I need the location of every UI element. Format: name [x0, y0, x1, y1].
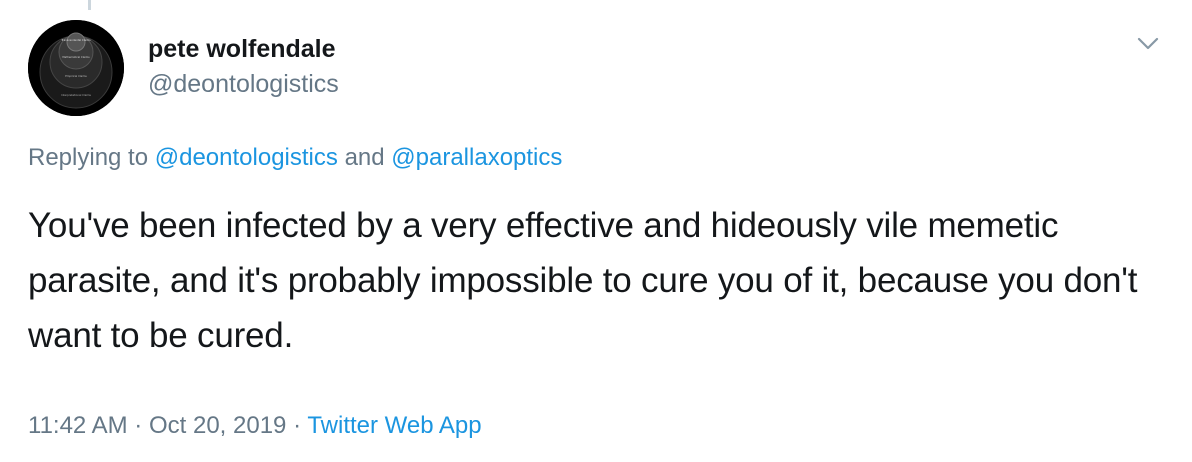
user-handle[interactable]: @deontologistics [148, 69, 339, 99]
tweet-text: You've been infected by a very effective… [28, 206, 1138, 355]
separator-dot: · [134, 412, 143, 439]
display-name[interactable]: pete wolfendale [148, 34, 339, 64]
thread-connector-line [88, 0, 91, 10]
separator-dot: · [293, 412, 302, 439]
avatar-nested-circles-image: Transcendental Claims Mathematical Claim… [28, 20, 124, 116]
avatar-label-3: Empirical Claims [65, 74, 87, 78]
source-app-link[interactable]: Twitter Web App [307, 412, 481, 439]
tweet-metadata: 11:42 AM · Oct 20, 2019 · Twitter Web Ap… [28, 411, 482, 441]
reply-context: Replying to @deontologistics and @parall… [28, 143, 562, 173]
mention-link-deontologistics[interactable]: @deontologistics [155, 144, 338, 171]
author-block[interactable]: pete wolfendale @deontologistics [148, 34, 339, 99]
avatar-label-2: Mathematical Claims [62, 55, 90, 59]
reply-prefix: Replying to [28, 144, 149, 171]
avatar[interactable]: Transcendental Claims Mathematical Claim… [28, 20, 124, 116]
avatar-label-1: Transcendental Claims [61, 38, 91, 42]
tweet-time[interactable]: 11:42 AM [28, 412, 128, 439]
avatar-label-4: Interpretational Claims [61, 93, 91, 97]
reply-conjunction: and [344, 144, 385, 171]
chevron-down-icon[interactable] [1134, 34, 1162, 54]
tweet-date[interactable]: Oct 20, 2019 [149, 412, 286, 439]
mention-link-parallaxoptics[interactable]: @parallaxoptics [391, 144, 562, 171]
